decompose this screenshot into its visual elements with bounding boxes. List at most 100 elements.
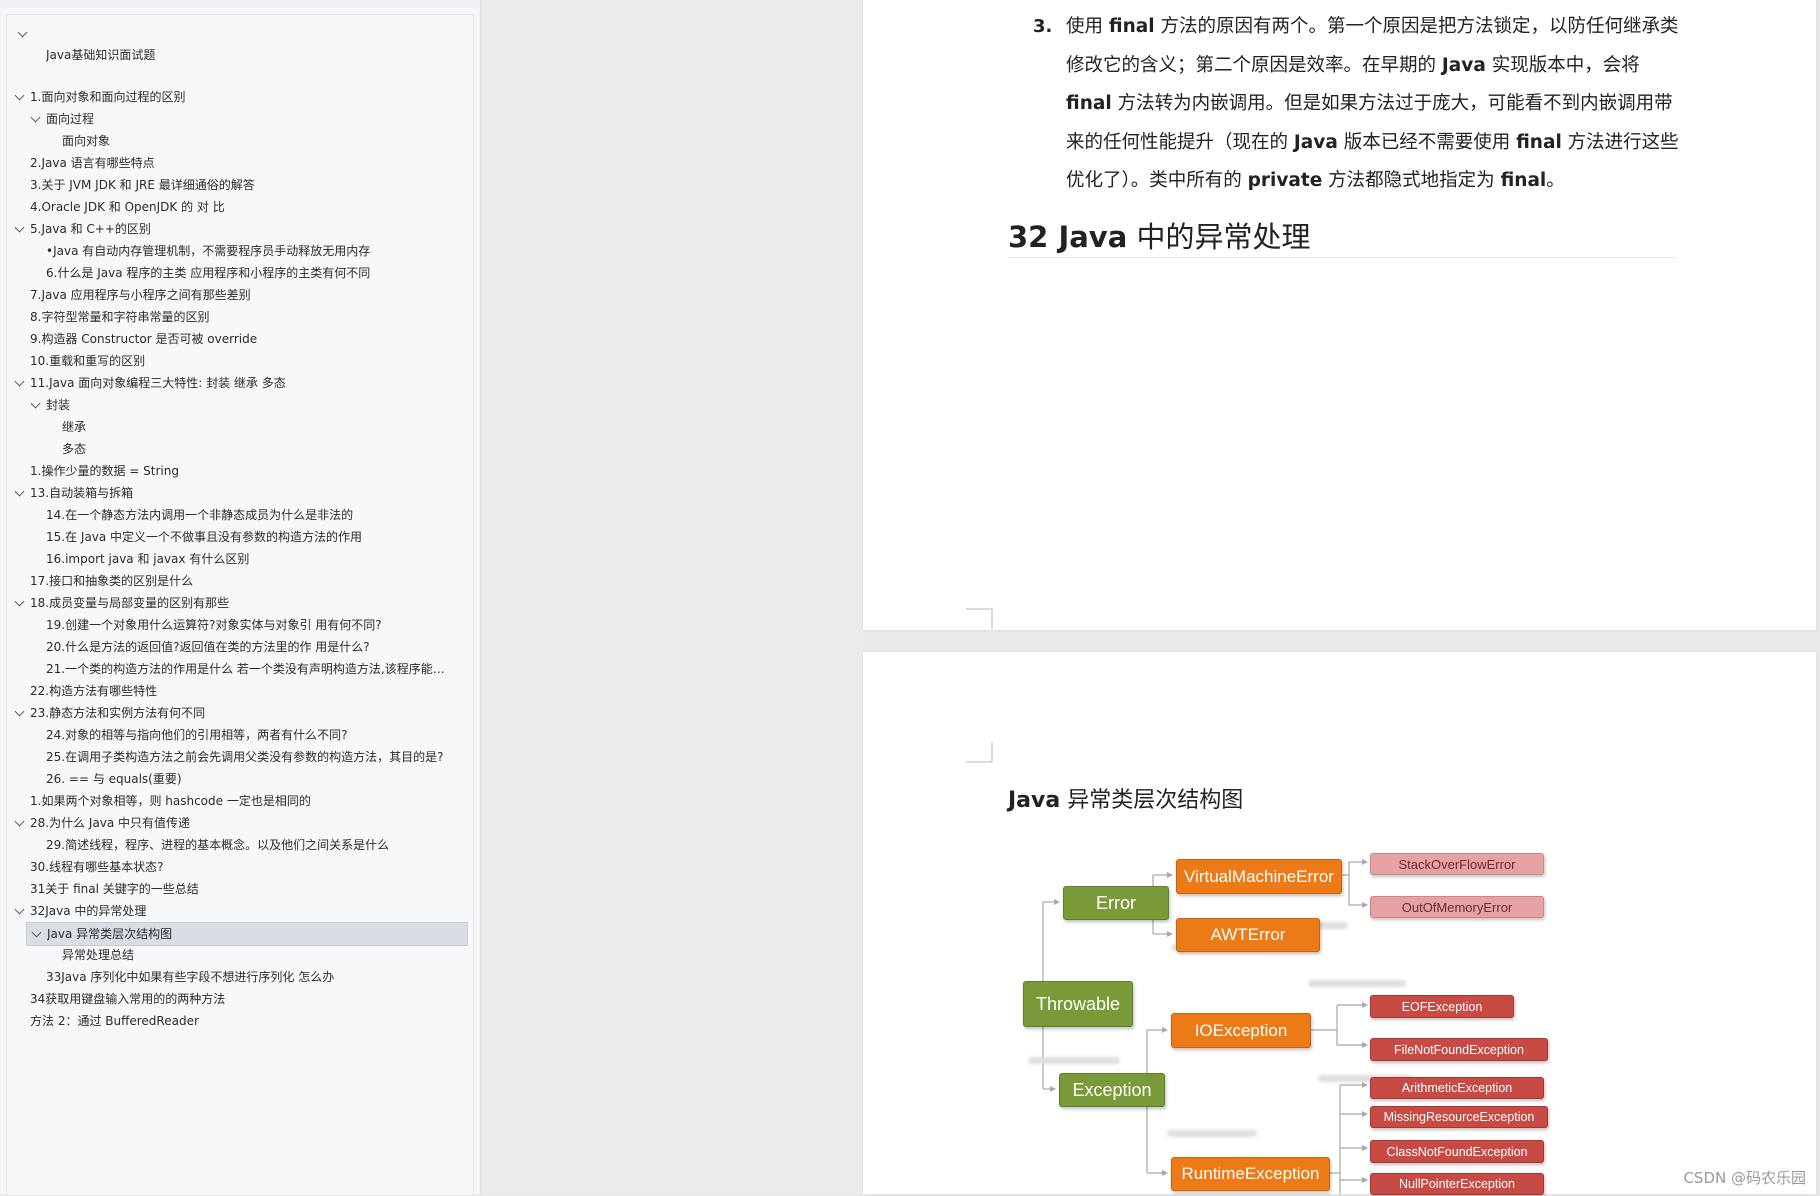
outline-item[interactable]: 24.对象的相等与指向他们的引用相等，两者有什么不同? xyxy=(10,724,460,746)
outline-item[interactable]: 9.构造器 Constructor 是否可被 override xyxy=(10,328,460,350)
outline-item-label: 继承 xyxy=(62,420,87,434)
chevron-down-icon[interactable] xyxy=(14,482,26,504)
outline-item[interactable]: 面向对象 xyxy=(10,130,460,152)
outline-item[interactable]: 继承 xyxy=(10,416,460,438)
outline-item-label: •Java 有自动内存管理机制，不需要程序员手动释放无用内存 xyxy=(46,244,371,258)
outline-item-label: 4.Oracle JDK 和 OpenJDK 的 对 比 xyxy=(30,200,225,214)
outline-item[interactable]: 26. == 与 equals(重要) xyxy=(10,768,460,790)
outline-item-label: 2.Java 语言有哪些特点 xyxy=(30,156,155,170)
heading-text: 中的异常处理 xyxy=(1136,220,1311,254)
outline-item-label: 面向过程 xyxy=(46,112,95,126)
outline-item-label: 30.线程有哪些基本状态? xyxy=(30,860,164,874)
chevron-down-icon[interactable] xyxy=(30,108,42,130)
outline-item[interactable]: 10.重载和重写的区别 xyxy=(10,350,460,372)
outline-item[interactable]: 22.构造方法有哪些特性 xyxy=(10,680,460,702)
outline-item[interactable]: 15.在 Java 中定义一个不做事且没有参数的构造方法的作用 xyxy=(10,526,460,548)
chevron-down-icon[interactable] xyxy=(14,592,26,614)
outline-item-label: 29.简述线程，程序、进程的基本概念。以及他们之间关系是什么 xyxy=(46,838,390,852)
outline-item[interactable]: 29.简述线程，程序、进程的基本概念。以及他们之间关系是什么 xyxy=(10,834,460,856)
outline-item-label: 33Java 序列化中如果有些字段不想进行序列化 怎么办 xyxy=(46,970,335,984)
outline-item-label: 1.面向对象和面向过程的区别 xyxy=(30,90,186,104)
outline-item[interactable]: 4.Oracle JDK 和 OpenJDK 的 对 比 xyxy=(10,196,460,218)
outline-item-label: 3.关于 JVM JDK 和 JRE 最详细通俗的解答 xyxy=(30,178,255,192)
outline-item[interactable]: 16.import java 和 javax 有什么区别 xyxy=(10,548,460,570)
exception-hierarchy-diagram: Throwable Error Exception VirtualMachine… xyxy=(863,652,1816,1195)
outline-item[interactable]: 3.关于 JVM JDK 和 JRE 最详细通俗的解答 xyxy=(10,174,460,196)
outline-item-label: 32Java 中的异常处理 xyxy=(30,904,147,918)
outline-item[interactable]: 31关于 final 关键字的一些总结 xyxy=(10,878,460,900)
outline-item-label: 34获取用键盘输入常用的的两种方法 xyxy=(30,992,226,1006)
chevron-down-icon[interactable] xyxy=(14,372,26,394)
chevron-down-icon[interactable] xyxy=(14,86,26,108)
outline-item-label: 28.为什么 Java 中只有值传递 xyxy=(30,816,191,830)
watermark: CSDN @码农乐园 xyxy=(1683,1169,1806,1187)
node-out-of-memory-error: OutOfMemoryError xyxy=(1370,896,1544,918)
chevron-down-icon[interactable] xyxy=(14,702,26,724)
chevron-down-icon[interactable] xyxy=(14,900,26,922)
outline-item-label: 9.构造器 Constructor 是否可被 override xyxy=(30,332,258,346)
outline-item[interactable]: 18.成员变量与局部变量的区别有那些 xyxy=(10,592,460,614)
outline-item-label: 26. == 与 equals(重要) xyxy=(46,772,182,786)
outline-item[interactable]: 面向过程 xyxy=(10,108,460,130)
outline-item[interactable]: 32Java 中的异常处理 xyxy=(10,900,460,922)
blurred-label xyxy=(1028,1057,1120,1064)
outline-item[interactable]: 21.一个类的构造方法的作用是什么 若一个类没有声明构造方法,该程序能正确执行吗… xyxy=(10,658,460,680)
outline-item[interactable]: 14.在一个静态方法内调用一个非静态成员为什么是非法的 xyxy=(10,504,460,526)
outline-item-label: 19.创建一个对象用什么运算符?对象实体与对象引 用有何不同? xyxy=(46,618,382,632)
node-eof-exception: EOFException xyxy=(1370,995,1514,1018)
outline-item-label: 18.成员变量与局部变量的区别有那些 xyxy=(30,596,230,610)
outline-item[interactable]: 13.自动装箱与拆箱 xyxy=(10,482,460,504)
outline-item-label: 多态 xyxy=(62,442,87,456)
outline-item[interactable]: 19.创建一个对象用什么运算符?对象实体与对象引 用有何不同? xyxy=(10,614,460,636)
chevron-down-icon[interactable] xyxy=(30,394,42,416)
heading-number: 32 Java xyxy=(1008,220,1128,254)
chevron-down-icon[interactable] xyxy=(14,812,26,834)
outline-item-label: 11.Java 面向对象编程三大特性: 封装 继承 多态 xyxy=(30,376,286,390)
outline-item[interactable]: 封装 xyxy=(10,394,460,416)
outline-item-label: 面向对象 xyxy=(62,134,111,148)
outline-item[interactable]: 11.Java 面向对象编程三大特性: 封装 继承 多态 xyxy=(10,372,460,394)
chevron-down-icon[interactable] xyxy=(14,218,26,240)
outline-item[interactable]: 1.如果两个对象相等，则 hashcode 一定也是相同的 xyxy=(10,790,460,812)
outline-item[interactable]: 5.Java 和 C++的区别 xyxy=(10,218,460,240)
outline-item-label: 21.一个类的构造方法的作用是什么 若一个类没有声明构造方法,该程序能正确执行吗… xyxy=(46,662,454,676)
outline-item[interactable]: 20.什么是方法的返回值?返回值在类的方法里的作 用是什么? xyxy=(10,636,460,658)
outline-item[interactable]: 7.Java 应用程序与小程序之间有那些差别 xyxy=(10,284,460,306)
outline-item[interactable]: •Java 有自动内存管理机制，不需要程序员手动释放无用内存 xyxy=(10,240,460,262)
outline-item[interactable]: 23.静态方法和实例方法有何不同 xyxy=(10,702,460,724)
outline-item[interactable]: 28.为什么 Java 中只有值传递 xyxy=(10,812,460,834)
node-io-exception: IOException xyxy=(1171,1013,1311,1048)
outline-top-chevron-icon[interactable] xyxy=(17,27,28,39)
outline-item-selected[interactable]: Java 异常类层次结构图 xyxy=(26,922,468,946)
node-file-not-found-exception: FileNotFoundException xyxy=(1370,1038,1548,1061)
outline-item[interactable]: 6.什么是 Java 程序的主类 应用程序和小程序的主类有何不同 xyxy=(10,262,460,284)
outline-item[interactable]: 异常处理总结 xyxy=(10,944,460,966)
outline-item[interactable]: 17.接口和抽象类的区别是什么 xyxy=(10,570,460,592)
node-awt-error: AWTError xyxy=(1176,918,1320,952)
outline-item-label: 1.操作少量的数据 = String xyxy=(30,464,179,478)
outline-toolbar xyxy=(0,0,480,8)
outline-item[interactable]: 34获取用键盘输入常用的的两种方法 xyxy=(10,988,460,1010)
outline-item-label: 31关于 final 关键字的一些总结 xyxy=(30,882,199,896)
blurred-label xyxy=(1308,980,1406,987)
outline-item[interactable]: 33Java 序列化中如果有些字段不想进行序列化 怎么办 xyxy=(10,966,460,988)
outline-item[interactable]: 2.Java 语言有哪些特点 xyxy=(10,152,460,174)
node-virtual-machine-error: VirtualMachineError xyxy=(1176,859,1342,894)
outline-item[interactable]: 1.操作少量的数据 = String xyxy=(10,460,460,482)
outline-item[interactable]: 方法 2：通过 BufferedReader xyxy=(10,1010,460,1032)
outline-item[interactable]: 25.在调用子类构造方法之前会先调用父类没有参数的构造方法，其目的是? xyxy=(10,746,460,768)
outline-item-label: 封装 xyxy=(46,398,71,412)
node-runtime-exception: RuntimeException xyxy=(1171,1157,1330,1191)
outline-item[interactable]: 多态 xyxy=(10,438,460,460)
chevron-down-icon[interactable] xyxy=(31,923,43,945)
outline-item[interactable]: 1.面向对象和面向过程的区别 xyxy=(10,86,460,108)
outline-item[interactable]: 8.字符型常量和字符串常量的区别 xyxy=(10,306,460,328)
outline-item[interactable]: Java基础知识面试题 xyxy=(10,44,460,66)
node-throwable: Throwable xyxy=(1023,981,1133,1027)
outline-item-label: 17.接口和抽象类的区别是什么 xyxy=(30,574,194,588)
outline-item-label: 5.Java 和 C++的区别 xyxy=(30,222,151,236)
outline-item[interactable]: 30.线程有哪些基本状态? xyxy=(10,856,460,878)
outline-item-label: Java 异常类层次结构图 xyxy=(47,927,173,941)
document-page-2: Java 异常类层次结构图 Throwable Error Exception … xyxy=(863,652,1816,1195)
node-missing-resource-exception: MissingResourceException xyxy=(1370,1106,1548,1128)
